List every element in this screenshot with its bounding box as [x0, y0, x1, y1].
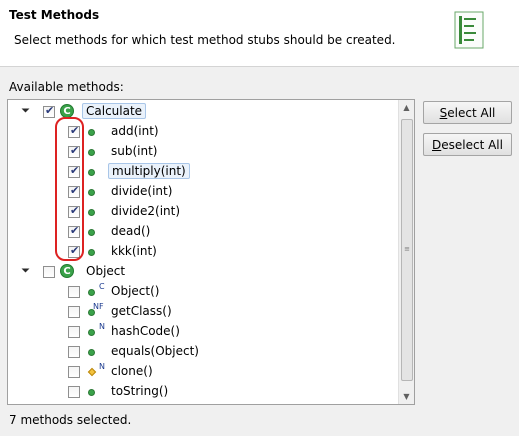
highlight-annotation — [55, 117, 84, 261]
tree-row-object[interactable]: C Object — [8, 262, 400, 282]
page-title: Test Methods — [9, 8, 100, 22]
checkbox-tostring[interactable] — [68, 386, 80, 398]
available-methods-label: Available methods: — [9, 80, 124, 94]
deselect-all-label: eselect All — [441, 138, 503, 152]
page-description: Select methods for which test method stu… — [14, 33, 396, 47]
public-method-icon — [88, 229, 95, 236]
public-method-icon — [88, 129, 95, 136]
protected-method-icon — [87, 367, 97, 377]
tree-label-object[interactable]: Object — [86, 264, 125, 278]
public-method-icon — [88, 349, 95, 356]
tree-label-clone[interactable]: clone() — [111, 364, 153, 378]
tree-label-object-ctor[interactable]: Object() — [111, 284, 159, 298]
tree-row-equals[interactable]: equals(Object) — [8, 342, 400, 362]
select-all-button[interactable]: Select All — [423, 101, 512, 124]
checkbox-object-ctor[interactable] — [68, 286, 80, 298]
selection-status: 7 methods selected. — [9, 413, 132, 427]
native-modifier-icon: N — [99, 362, 105, 371]
tree-vertical-scrollbar[interactable]: ▲ ≡ ▼ — [398, 100, 414, 404]
grip-icon: ≡ — [404, 245, 410, 253]
tree-label-getclass[interactable]: getClass() — [111, 304, 172, 318]
checkbox-equals[interactable] — [68, 346, 80, 358]
collapse-icon[interactable] — [21, 264, 30, 273]
tree-label-divide[interactable]: divide(int) — [111, 184, 172, 198]
class-icon: C — [60, 264, 74, 278]
tree-label-calculate[interactable]: Calculate — [82, 103, 147, 119]
checkbox-hashcode[interactable] — [68, 326, 80, 338]
tree-label-hashcode[interactable]: hashCode() — [111, 324, 180, 338]
select-all-label: elect All — [447, 106, 496, 120]
dialog-header: Test Methods Select methods for which te… — [0, 0, 519, 67]
public-method-icon — [88, 209, 95, 216]
public-method-icon — [88, 289, 95, 296]
tree-label-multiply[interactable]: multiply(int) — [108, 163, 190, 179]
class-icon: C — [60, 104, 74, 118]
tree-row-object-ctor[interactable]: C Object() — [8, 282, 400, 302]
checkbox-object[interactable] — [43, 266, 55, 278]
checkbox-getclass[interactable] — [68, 306, 80, 318]
scroll-up-arrow-icon[interactable]: ▲ — [399, 100, 414, 115]
checkbox-calculate[interactable]: ✔ — [43, 104, 55, 118]
tree-label-tostring[interactable]: toString() — [111, 384, 168, 398]
tree-row-getclass[interactable]: NF getClass() — [8, 302, 400, 322]
collapse-icon[interactable] — [21, 104, 30, 113]
tree-label-dead[interactable]: dead() — [111, 224, 150, 238]
scroll-down-arrow-icon[interactable]: ▼ — [399, 389, 414, 404]
tree-label-equals[interactable]: equals(Object) — [111, 344, 199, 358]
public-method-icon — [88, 169, 95, 176]
native-final-modifier-icon: NF — [93, 302, 104, 311]
scrollbar-thumb[interactable]: ≡ — [401, 119, 413, 381]
tree-row-clone[interactable]: N clone() — [8, 362, 400, 382]
native-modifier-icon: N — [99, 322, 105, 331]
tree-row-hashcode[interactable]: N hashCode() — [8, 322, 400, 342]
public-method-icon — [88, 249, 95, 256]
public-method-icon — [88, 189, 95, 196]
public-method-icon — [88, 389, 95, 396]
tree-label-sub[interactable]: sub(int) — [111, 144, 157, 158]
constructor-modifier-icon: C — [99, 282, 105, 291]
tree-row-tostring[interactable]: toString() — [8, 382, 400, 402]
deselect-all-button[interactable]: Deselect All — [423, 133, 512, 156]
tree-label-divide2[interactable]: divide2(int) — [111, 204, 180, 218]
deselect-all-mnemonic: D — [432, 138, 442, 152]
tree-label-add[interactable]: add(int) — [111, 124, 159, 138]
public-method-icon — [88, 149, 95, 156]
checkbox-clone[interactable] — [68, 366, 80, 378]
tree-label-kkk[interactable]: kkk(int) — [111, 244, 157, 258]
public-method-icon — [88, 329, 95, 336]
test-methods-wizard-icon — [452, 10, 486, 50]
